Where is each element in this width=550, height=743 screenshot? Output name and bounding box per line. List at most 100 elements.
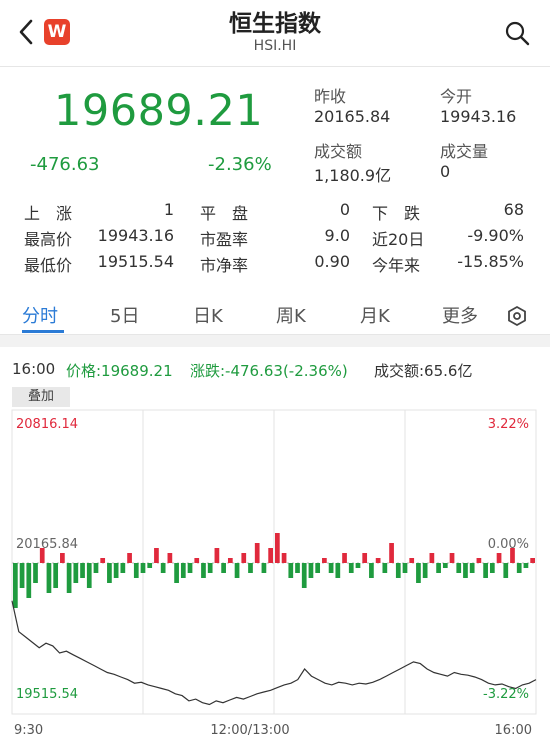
y-bottom-label: 19515.54 [16,687,78,702]
volume-bar [60,553,65,563]
y-bottom-pct: -3.22% [483,687,529,702]
price-change: -476.63 [30,154,100,175]
price-change-pct: -2.36% [208,154,272,175]
open-label: 今开 [440,87,473,106]
volume-bar [147,563,153,568]
volume-bar [241,553,247,563]
volume-bar [207,563,213,573]
volume-label: 成交量 [440,142,489,161]
volume-bar [469,563,475,573]
high-value: 19943.16 [97,226,174,245]
turnover-label: 成交额 [314,142,363,161]
volume-bar [436,563,441,573]
d20-label: 近20日 [372,230,425,249]
chart-change-text: 涨跌:-476.63(-2.36%) [190,362,348,380]
volume-bar [261,563,267,573]
volume-bar [530,558,535,563]
pe-label: 市盈率 [200,230,249,249]
y-top-pct: 3.22% [488,417,529,432]
volume-bar [308,563,314,578]
volume-value: 0 [440,162,451,181]
volume-bar [66,563,72,593]
volume-bar [268,548,273,563]
up-count-value: 1 [163,200,174,219]
volume-bar [449,553,455,563]
volume-bar [140,563,146,573]
tab-weekly-k[interactable]: 周K [276,302,306,328]
intraday-chart[interactable]: 20816.14 3.22% 20165.84 0.00% 19515.54 -… [0,408,550,743]
tab-monthly-k[interactable]: 月K [360,302,390,328]
volume-bar [174,563,179,583]
down-count-label: 下 跌 [372,204,421,223]
volume-bar [46,563,52,593]
volume-bar [167,553,173,563]
open-value: 19943.16 [440,107,517,126]
volume-bar [13,563,18,608]
volume-bar [335,563,341,578]
prev-close-value: 20165.84 [314,107,391,126]
section-divider [0,335,550,347]
up-count-label: 上 涨 [24,204,73,223]
chart-price: 价格:19689.21 [66,360,173,381]
volume-bar [86,563,92,588]
volume-bar [348,563,354,573]
volume-bar [194,558,200,563]
volume-bar [389,543,394,563]
volume-bar [342,553,347,563]
volume-bar [429,553,435,563]
volume-bar [395,563,401,578]
volume-bar [26,563,32,598]
y-mid-pct: 0.00% [488,537,529,552]
x-label-open: 9:30 [14,723,43,738]
chart-price-text: 价格:19689.21 [66,362,173,380]
volume-bar [483,563,488,578]
volume-bar [315,563,321,573]
page-subtitle: HSI.HI [253,38,297,54]
search-icon[interactable] [504,20,530,46]
turnover-value: 1,180.9亿 [314,166,392,185]
tab-daily-k[interactable]: 日K [193,302,223,328]
app-header: W 恒生指数 HSI.HI [0,0,550,67]
page-title: 恒生指数 [229,11,321,37]
y-top-label: 20816.14 [16,417,78,432]
pb-label: 市净率 [200,256,249,275]
volume-bar [154,548,159,563]
volume-bar [295,563,300,573]
volume-bar [187,563,193,573]
volume-bar [516,563,522,573]
tab-intraday[interactable]: 分时 [22,302,58,328]
volume-bar [476,558,482,563]
volume-bar [301,563,307,588]
volume-bar [248,563,253,573]
volume-bar [281,553,287,563]
volume-bar [523,563,529,568]
flat-count-value: 0 [339,200,350,219]
volume-bar [489,563,495,573]
tab-more[interactable]: 更多 [442,302,478,328]
d20-value: -9.90% [467,226,524,245]
volume-bar [275,533,280,563]
volume-bar [80,563,85,578]
low-label: 最低价 [24,256,73,275]
tab-5day[interactable]: 5日 [110,302,139,328]
volume-bar [382,563,388,573]
volume-bar [33,563,38,583]
overlay-button[interactable]: 叠加 [12,387,70,407]
volume-bar [180,563,186,578]
hexagon-settings-icon[interactable] [506,305,528,327]
high-label: 最高价 [24,230,73,249]
volume-bar [214,548,220,563]
volume-bar [100,558,106,563]
volume-bar [201,563,206,578]
chart-tabs: 分时 5日 日K 周K 月K 更多 [0,296,550,335]
pb-value: 0.90 [314,252,350,271]
volume-bar [127,553,132,563]
volume-bar [160,563,166,573]
volume-bar [422,563,428,578]
flat-count-label: 平 盘 [200,204,249,223]
volume-bar [120,563,126,573]
volume-bar [409,558,415,563]
down-count-value: 68 [503,200,524,219]
volume-bar [369,563,374,578]
volume-bar [288,563,294,578]
